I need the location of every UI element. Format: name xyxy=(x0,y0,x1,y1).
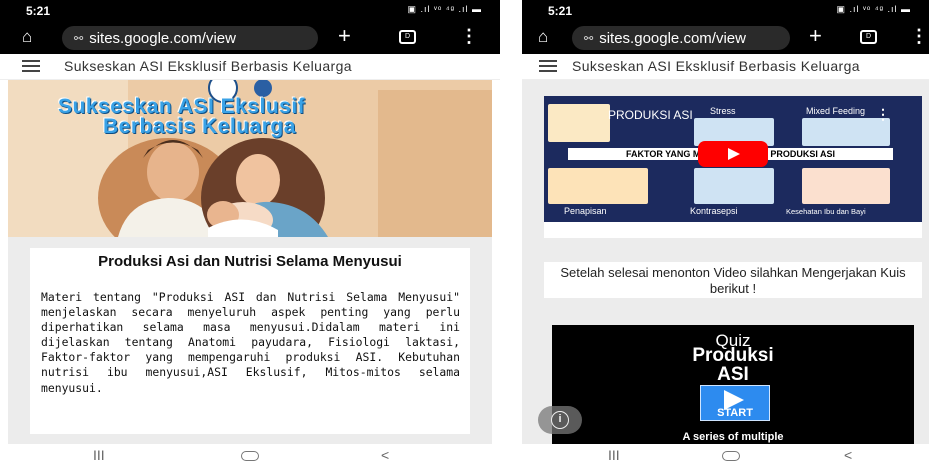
start-label: START xyxy=(717,407,753,419)
thumbnail-tile xyxy=(802,168,890,204)
new-tab-icon[interactable]: + xyxy=(809,23,822,49)
hero-image: Sukseskan ASI Ekslusif Berbasis Keluarga xyxy=(8,80,492,237)
status-icons: ▣ .ıl ᵛᵒ ⁴ᵍ .ıl ▬ xyxy=(407,4,482,14)
info-button[interactable]: i xyxy=(538,406,582,434)
url-text: sites.google.com/view xyxy=(599,29,746,47)
quiz-embed[interactable]: Quiz Produksi ASI START A series of mult… xyxy=(552,325,914,444)
browser-toolbar: ⌂ ⚯ sites.google.com/view + D ⋮ xyxy=(0,22,500,54)
phone-screen-right: 5:21 ▣ .ıl ᵛᵒ ⁴ᵍ .ıl ▬ ⌂ ⚯ sites.google.… xyxy=(522,0,929,468)
site-title[interactable]: Sukseskan ASI Eksklusif Berbasis Keluarg… xyxy=(572,58,860,74)
status-bar: 5:21 ▣ .ıl ᵛᵒ ⁴ᵍ .ıl ▬ xyxy=(0,0,500,22)
video-label-stress: Stress xyxy=(710,106,736,116)
status-icons: ▣ .ıl ᵛᵒ ⁴ᵍ .ıl ▬ xyxy=(836,4,911,14)
page-content: Sukseskan ASI Ekslusif Berbasis Keluarga… xyxy=(8,80,492,444)
video-label-mixed-feeding: Mixed Feeding xyxy=(806,106,866,116)
home-icon[interactable]: ⌂ xyxy=(22,27,32,47)
play-icon[interactable] xyxy=(698,141,768,167)
article-body: Materi tentang "Produksi ASI dan Nutrisi… xyxy=(41,290,460,395)
more-menu-icon[interactable]: ⋮ xyxy=(460,26,478,47)
tab-switcher-icon[interactable]: D xyxy=(860,30,877,44)
site-title[interactable]: Sukseskan ASI Eksklusif Berbasis Keluarg… xyxy=(64,58,352,74)
browser-toolbar: ⌂ ⚯ sites.google.com/view + D ⋮ xyxy=(522,22,929,54)
system-nav-bar: III < xyxy=(0,444,500,468)
article-card: Produksi Asi dan Nutrisi Selama Menyusui… xyxy=(30,248,470,434)
video-embed-card: PRODUKSI ASI Stress Mixed Feeding FAKTOR… xyxy=(544,96,922,238)
start-quiz-button[interactable]: START xyxy=(700,385,770,421)
system-nav-bar: III < xyxy=(522,444,929,468)
thumbnail-tile xyxy=(548,168,648,204)
site-settings-icon[interactable]: ⚯ xyxy=(74,32,83,45)
hamburger-menu-icon[interactable] xyxy=(539,60,557,72)
hero-title-line-2: Berbasis Keluarga xyxy=(103,115,296,138)
tab-switcher-icon[interactable]: D xyxy=(399,30,416,44)
quiz-title-line-3: ASI xyxy=(717,364,749,385)
site-settings-icon[interactable]: ⚯ xyxy=(584,32,593,45)
phone-screen-left: 5:21 ▣ .ıl ᵛᵒ ⁴ᵍ .ıl ▬ ⌂ ⚯ sites.google.… xyxy=(0,0,500,468)
address-bar[interactable]: ⚯ sites.google.com/view xyxy=(62,26,318,50)
thumbnail-tile xyxy=(694,168,774,204)
recents-button[interactable]: III xyxy=(93,447,105,463)
new-tab-icon[interactable]: + xyxy=(338,23,351,49)
quiz-embed-card: Quiz Produksi ASI START A series of mult… xyxy=(552,325,914,444)
article-title: Produksi Asi dan Nutrisi Selama Menyusui xyxy=(98,253,402,270)
site-header: Sukseskan ASI Eksklusif Berbasis Keluarg… xyxy=(0,54,500,80)
youtube-video-player[interactable]: PRODUKSI ASI Stress Mixed Feeding FAKTOR… xyxy=(544,96,922,222)
status-time: 5:21 xyxy=(26,4,51,18)
home-icon[interactable]: ⌂ xyxy=(538,27,548,47)
back-button[interactable]: < xyxy=(381,447,389,463)
thumbnail-tile xyxy=(548,104,610,142)
more-menu-icon[interactable]: ⋮ xyxy=(910,26,928,47)
video-title: PRODUKSI ASI xyxy=(608,108,693,122)
instruction-text: Setelah selesai menonton Video silahkan … xyxy=(544,262,922,298)
video-label-penapisan: Penapisan xyxy=(564,206,607,216)
home-button[interactable] xyxy=(722,451,740,461)
address-bar[interactable]: ⚯ sites.google.com/view xyxy=(572,26,790,50)
video-label-kesehatan: Kesehatan Ibu dan Bayi xyxy=(786,207,866,216)
url-text: sites.google.com/view xyxy=(89,29,236,47)
status-bar: 5:21 ▣ .ıl ᵛᵒ ⁴ᵍ .ıl ▬ xyxy=(522,0,929,22)
hamburger-menu-icon[interactable] xyxy=(22,60,40,72)
status-time: 5:21 xyxy=(548,4,573,18)
quiz-subtitle: A series of multiple xyxy=(682,431,784,443)
page-content: PRODUKSI ASI Stress Mixed Feeding FAKTOR… xyxy=(522,80,929,444)
recents-button[interactable]: III xyxy=(608,447,620,463)
info-icon: i xyxy=(551,411,569,429)
back-button[interactable]: < xyxy=(844,447,852,463)
site-header: Sukseskan ASI Eksklusif Berbasis Keluarg… xyxy=(522,54,929,80)
video-label-kontrasepsi: Kontrasepsi xyxy=(690,206,738,216)
video-more-icon[interactable]: ⋮ xyxy=(876,106,890,123)
home-button[interactable] xyxy=(241,451,259,461)
